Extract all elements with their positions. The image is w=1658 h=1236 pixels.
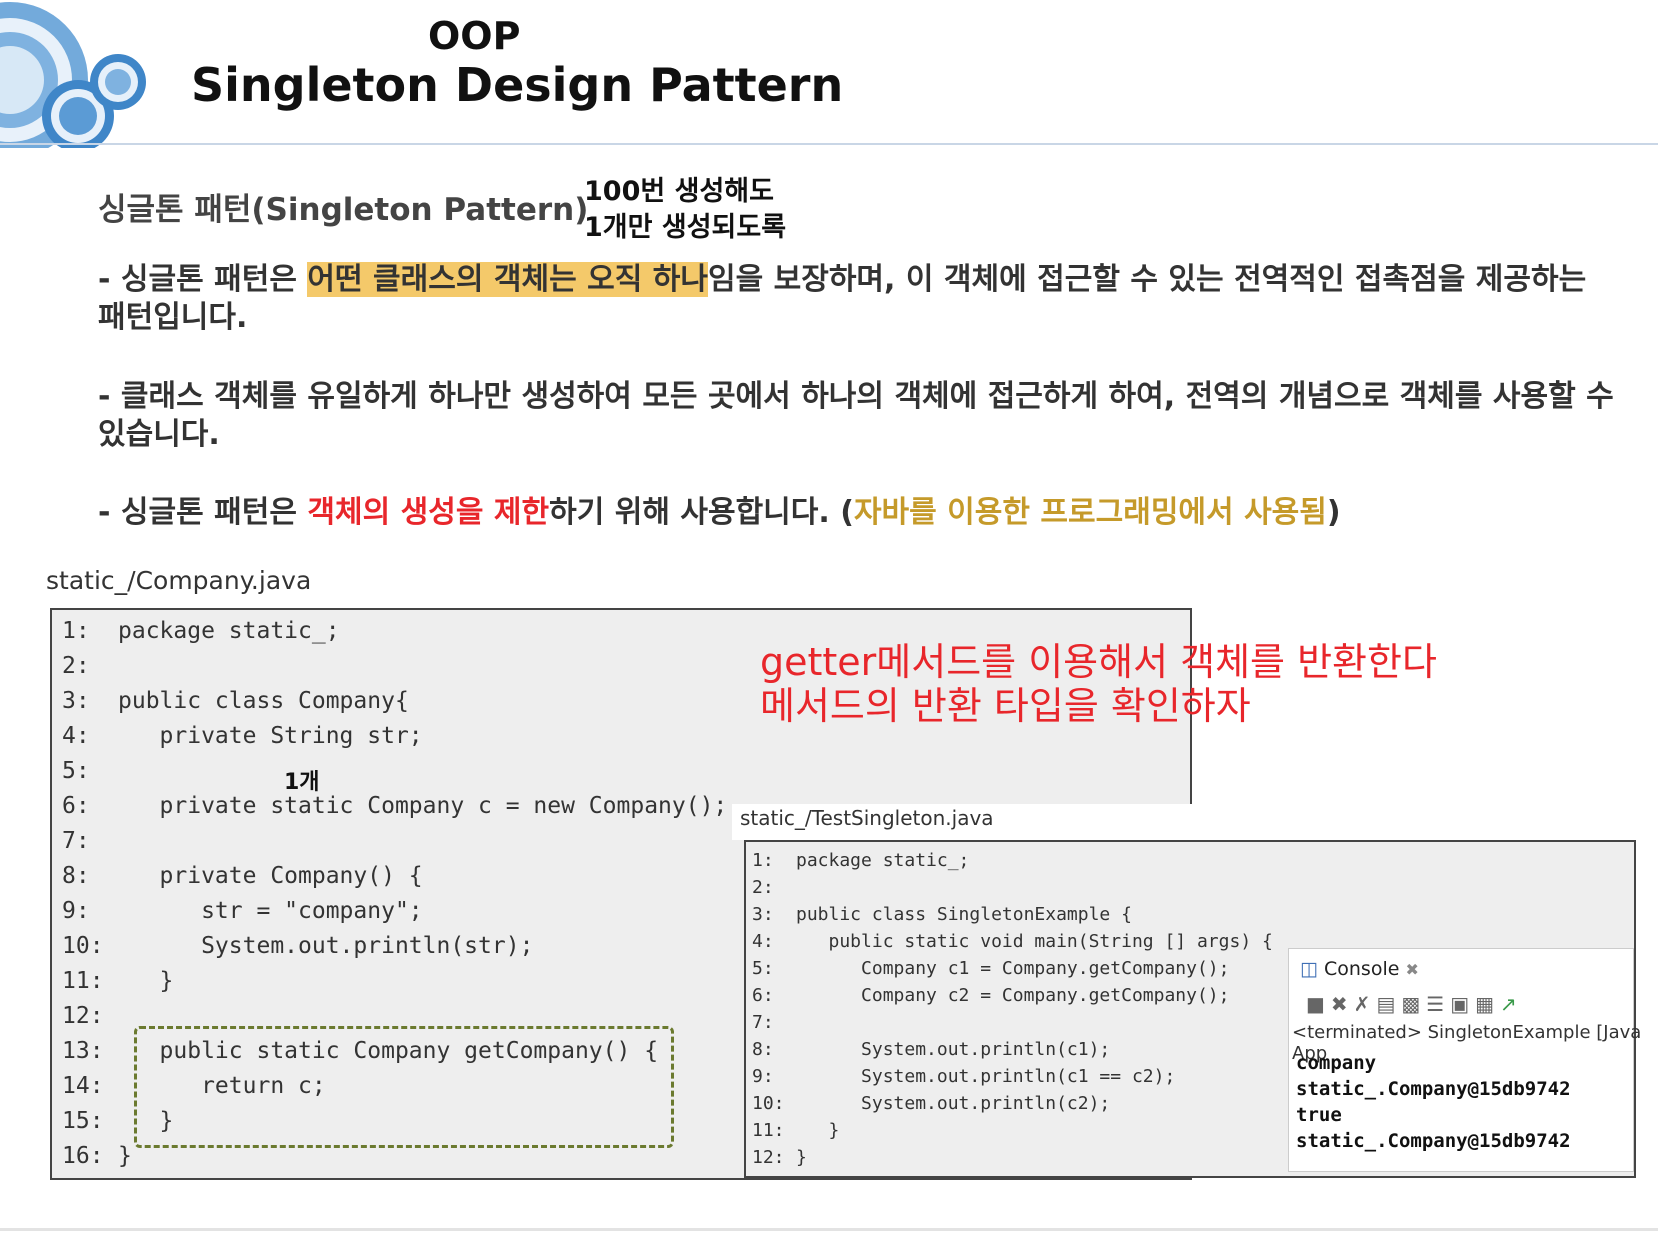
code-line: } <box>118 968 174 994</box>
code-line: Company c2 = Company.getCompany(); <box>796 985 1230 1006</box>
code-line: } <box>796 1147 807 1168</box>
code-line: System.out.println(c1 == c2); <box>796 1066 1176 1087</box>
getcompany-highlight-box <box>134 1026 674 1148</box>
code-line: System.out.println(c2); <box>796 1093 1111 1114</box>
code-line-number: 3: <box>62 688 90 714</box>
code-line: } <box>796 1120 840 1141</box>
getter-annotation-line1: getter메서드를 이용해서 객체를 반환한다 <box>760 640 1437 684</box>
code-line-number: 15: <box>62 1108 104 1134</box>
paragraph-3-red: 객체의 생성을 제한 <box>307 495 550 530</box>
code-line-number: 6: <box>62 793 90 819</box>
code-line: str = "company"; <box>118 898 423 924</box>
paragraph-1: - 싱글톤 패턴은 어떤 클래스의 객체는 오직 하나임을 보장하며, 이 객체… <box>98 261 1618 337</box>
header-divider <box>0 143 1658 145</box>
code-line-number: 7: <box>752 1012 774 1033</box>
code-line: } <box>118 1143 132 1169</box>
code-line-number: 9: <box>752 1066 774 1087</box>
paragraph-3-gold: 자바를 이용한 프로그래밍에서 사용됨 <box>853 495 1327 530</box>
console-tab[interactable]: ◫ Console ✖ <box>1300 958 1419 980</box>
code-line: public class Company{ <box>118 688 409 714</box>
code-line-number: 7: <box>62 828 90 854</box>
scroll-lock-icon[interactable]: ▩ <box>1401 992 1426 1016</box>
close-icon[interactable]: ✖ <box>1405 960 1418 979</box>
word-wrap-icon[interactable]: ☰ <box>1426 992 1450 1016</box>
paragraph-3-suffix: ) <box>1326 495 1341 530</box>
section-subtitle: 싱글톤 패턴(Singleton Pattern) <box>98 192 589 228</box>
code-line-number: 3: <box>752 904 774 925</box>
remove-launch-icon[interactable]: ✖ <box>1331 992 1354 1016</box>
console-output-line: static_.Company@15db9742 <box>1296 1130 1571 1152</box>
terminate-icon[interactable]: ■ <box>1306 992 1331 1016</box>
code-line-number: 6: <box>752 985 774 1006</box>
code-line-number: 13: <box>62 1038 104 1064</box>
code-line-number: 2: <box>62 653 90 679</box>
code-line: package static_; <box>118 618 340 644</box>
code-line-number: 1: <box>62 618 90 644</box>
code-line-number: 5: <box>62 758 90 784</box>
code-line-number: 4: <box>752 931 774 952</box>
file1-caption: static_/Company.java <box>46 566 312 595</box>
paragraph-2: - 클래스 객체를 유일하게 하나만 생성하여 모든 곳에서 하나의 객체에 접… <box>98 379 1614 452</box>
console-monitor-icon: ◫ <box>1300 958 1318 980</box>
code-line: private Company() { <box>118 863 423 889</box>
footer-divider <box>0 1228 1658 1231</box>
remove-all-icon[interactable]: ✗ <box>1354 992 1377 1016</box>
paragraph-1-prefix: - 싱글톤 패턴은 <box>98 262 308 297</box>
annotation-note-line1: 100번 생성해도 <box>584 176 774 207</box>
code-line-number: 8: <box>62 863 90 889</box>
clear-console-icon[interactable]: ▤ <box>1376 992 1401 1016</box>
code-line-number: 9: <box>62 898 90 924</box>
console-output-line: company <box>1296 1052 1377 1074</box>
code-line: package static_; <box>796 850 970 871</box>
file2-caption: static_/TestSingleton.java <box>740 806 994 830</box>
code-line: System.out.println(c1); <box>796 1039 1111 1060</box>
display-console-icon[interactable]: ▦ <box>1475 992 1500 1016</box>
getter-annotation-line2: 메서드의 반환 타입을 확인하자 <box>760 684 1251 728</box>
paragraph-1-highlight: 어떤 클래스의 객체는 오직 하나 <box>307 262 708 297</box>
console-tab-label: Console <box>1324 958 1400 980</box>
code-line-number: 5: <box>752 958 774 979</box>
title-line-oop: OOP <box>428 14 521 58</box>
code-line-number: 14: <box>62 1073 104 1099</box>
code-line-number: 11: <box>62 968 104 994</box>
code-line-number: 16: <box>62 1143 104 1169</box>
paragraph-3-mid: 하기 위해 사용합니다. ( <box>549 495 854 530</box>
code-line-number: 2: <box>752 877 774 898</box>
code-line-number: 10: <box>62 933 104 959</box>
code-line-number: 12: <box>752 1147 785 1168</box>
page-title: Singleton Design Pattern <box>191 58 844 112</box>
instance-count-label: 1개 <box>284 770 320 795</box>
code-line-number: 4: <box>62 723 90 749</box>
code-line-number: 10: <box>752 1093 785 1114</box>
paragraph-3-prefix: - 싱글톤 패턴은 <box>98 495 308 530</box>
code-line: public static void main(String [] args) … <box>796 931 1273 952</box>
open-console-icon[interactable]: ↗ <box>1500 992 1523 1016</box>
annotation-note-line2: 1개만 생성되도록 <box>584 212 787 243</box>
console-toolbar: ■✖✗▤▩☰▣▦↗ <box>1306 992 1523 1016</box>
console-output-line: true <box>1296 1104 1342 1126</box>
code-line-number: 12: <box>62 1003 104 1029</box>
code-line: public class SingletonExample { <box>796 904 1132 925</box>
pin-console-icon[interactable]: ▣ <box>1450 992 1475 1016</box>
code-line-number: 11: <box>752 1120 785 1141</box>
code-line: Company c1 = Company.getCompany(); <box>796 958 1230 979</box>
console-output-line: static_.Company@15db9742 <box>1296 1078 1571 1100</box>
code-line: private static Company c = new Company()… <box>118 793 728 819</box>
paragraph-3: - 싱글톤 패턴은 객체의 생성을 제한하기 위해 사용합니다. (자바를 이용… <box>98 494 1638 532</box>
decorative-circles-logo <box>0 0 160 148</box>
code-line: private String str; <box>118 723 423 749</box>
annotation-note: 100번 생성해도 1개만 생성되도록 <box>584 174 786 246</box>
code-line: System.out.println(str); <box>118 933 534 959</box>
code-line-number: 1: <box>752 850 774 871</box>
code-line-number: 8: <box>752 1039 774 1060</box>
getter-annotation: getter메서드를 이용해서 객체를 반환한다 메서드의 반환 타입을 확인하… <box>760 640 1437 728</box>
